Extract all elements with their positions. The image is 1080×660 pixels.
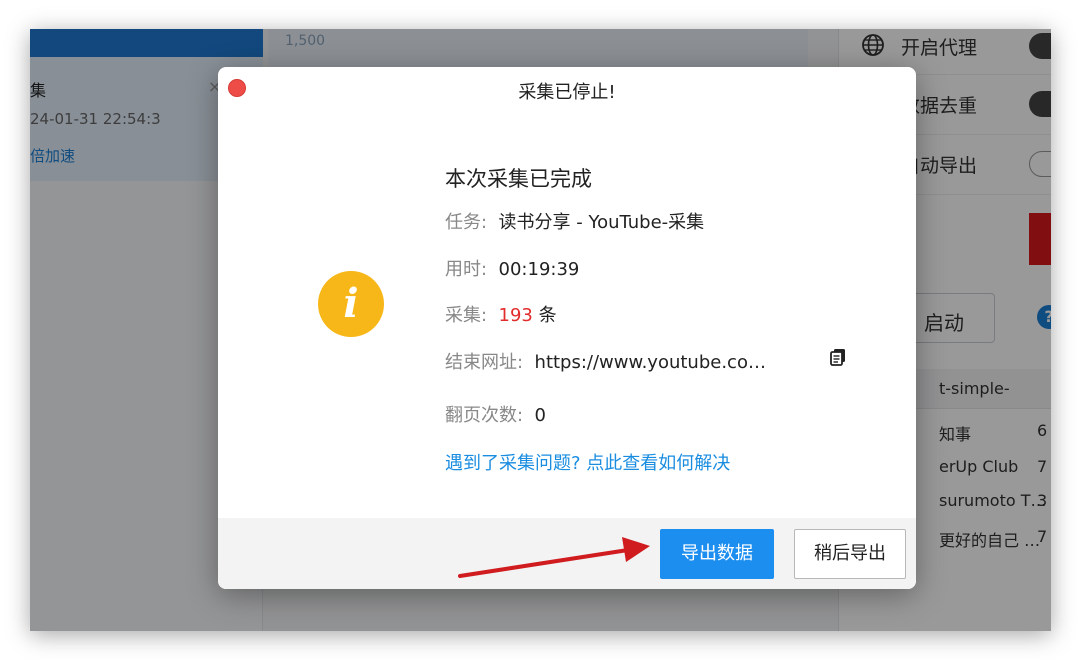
export-later-button[interactable]: 稍后导出 [794,529,906,579]
task-field: 任务: 读书分享 - YouTube-采集 [445,208,704,234]
pages-field: 翻页次数: 0 [445,401,546,427]
dialog-title: 采集已停止! [518,82,616,103]
pages-value: 0 [534,405,546,426]
task-label: 任务: [445,212,488,233]
count-label: 采集: [445,305,488,326]
summary-title: 本次采集已完成 [445,167,592,191]
copy-icon[interactable] [830,348,846,366]
end-url-label: 结束网址: [445,352,524,373]
duration-label: 用时: [445,259,488,280]
dialog-footer: 导出数据 稍后导出 [218,518,916,589]
collection-stopped-dialog: 采集已停止! i 本次采集已完成 任务: 读书分享 - YouTube-采集 用… [218,67,916,589]
count-unit: 条 [538,305,557,326]
end-url-value: https://www.youtube.co… [534,352,766,373]
pages-label: 翻页次数: [445,405,524,426]
duration-field: 用时: 00:19:39 [445,255,579,281]
count-value: 193 [498,305,533,326]
task-value: 读书分享 - YouTube-采集 [498,212,705,233]
help-link[interactable]: 遇到了采集问题? 点此查看如何解决 [445,449,730,475]
export-data-button[interactable]: 导出数据 [660,529,774,579]
end-url-field: 结束网址: https://www.youtube.co… [445,348,766,374]
duration-value: 00:19:39 [498,259,580,280]
count-field: 采集: 193 条 [445,301,557,327]
info-icon: i [318,271,384,337]
